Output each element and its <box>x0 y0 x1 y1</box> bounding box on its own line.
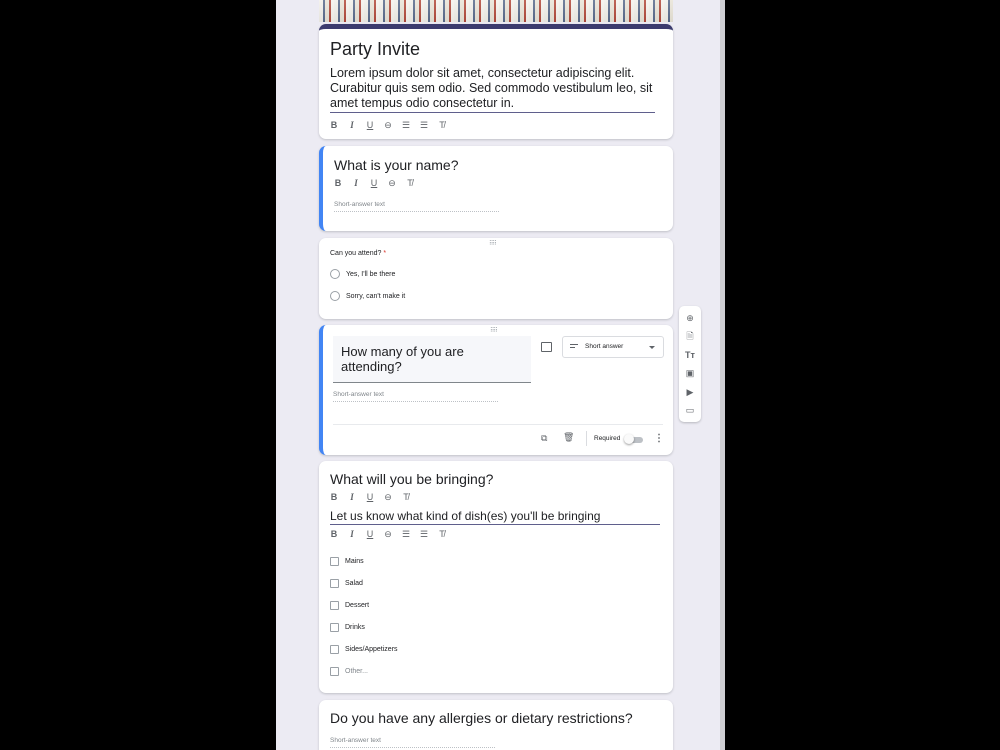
required-asterisk: * <box>383 250 387 257</box>
underline-icon[interactable]: U <box>361 529 379 539</box>
description-formatting-toolbar: B I U ⊖ ☰ ☰ T̸ <box>325 527 451 541</box>
question-card-allergies[interactable]: Do you have any allergies or dietary res… <box>319 700 673 750</box>
more-options-icon[interactable]: ⋮ <box>654 433 664 444</box>
add-question-icon[interactable]: ⊕ <box>684 312 696 324</box>
checkbox-option[interactable]: Sides/Appetizers <box>330 645 398 654</box>
checkbox-icon[interactable] <box>330 557 339 566</box>
italic-icon[interactable]: I <box>347 178 365 188</box>
question-title-input[interactable]: How many of you are attending? <box>333 336 531 383</box>
checkbox-label: Other... <box>345 668 368 675</box>
checkbox-icon[interactable] <box>330 645 339 654</box>
checkbox-label: Drinks <box>345 624 365 631</box>
link-icon[interactable]: ⊖ <box>379 529 397 540</box>
checkbox-option-other[interactable]: Other... <box>330 667 368 676</box>
bold-icon[interactable]: B <box>329 178 347 188</box>
numbered-list-icon[interactable]: ☰ <box>397 120 415 131</box>
link-icon[interactable]: ⊖ <box>379 120 397 131</box>
question-type-select[interactable]: Short answer <box>562 336 664 358</box>
checkbox-label: Salad <box>345 580 363 587</box>
radio-circle-icon[interactable] <box>330 291 340 301</box>
checkbox-icon[interactable] <box>330 623 339 632</box>
checkbox-option[interactable]: Salad <box>330 579 363 588</box>
required-toggle-knob[interactable] <box>624 434 634 444</box>
italic-icon[interactable]: I <box>343 120 361 130</box>
checkbox-label: Mains <box>345 558 364 565</box>
side-toolbar: ⊕ 🗎 Tт ▣ ▶ ▭ <box>679 306 701 422</box>
question-type-label: Short answer <box>585 343 624 350</box>
clear-formatting-icon[interactable]: T̸ <box>433 529 451 539</box>
checkbox-icon[interactable] <box>330 667 339 676</box>
drag-handle-icon[interactable]: ⠿⠿ <box>489 240 497 247</box>
form-title[interactable]: Party Invite <box>330 39 420 60</box>
required-label: Required <box>594 435 621 442</box>
question-card-name[interactable]: What is your name? B I U ⊖ T̸ Short-answ… <box>319 146 673 231</box>
short-answer-field: Short-answer text <box>333 391 498 402</box>
bulleted-list-icon[interactable]: ☰ <box>415 529 433 540</box>
question-title[interactable]: What will you be bringing? <box>330 471 493 487</box>
checkbox-icon[interactable] <box>330 579 339 588</box>
add-image-icon[interactable] <box>541 342 552 352</box>
footer-divider <box>333 424 663 425</box>
checkbox-label: Dessert <box>345 602 370 609</box>
underline-icon[interactable]: U <box>365 178 383 188</box>
checkbox-icon[interactable] <box>330 601 339 610</box>
description-formatting-toolbar: B I U ⊖ ☰ ☰ T̸ <box>325 118 451 132</box>
add-title-icon[interactable]: Tт <box>684 349 696 361</box>
scrollbar[interactable] <box>720 0 725 750</box>
underline-icon[interactable]: U <box>361 492 379 502</box>
bold-icon[interactable]: B <box>325 492 343 502</box>
header-banner-image <box>319 0 673 22</box>
numbered-list-icon[interactable]: ☰ <box>397 529 415 540</box>
question-title[interactable]: Do you have any allergies or dietary res… <box>330 710 633 726</box>
question-card-bringing[interactable]: What will you be bringing? B I U ⊖ T̸ Le… <box>319 461 673 693</box>
clear-formatting-icon[interactable]: T̸ <box>401 178 419 188</box>
question-card-attend[interactable]: ⠿⠿ Can you attend? * Yes, I'll be there … <box>319 238 673 319</box>
footer-separator <box>586 431 587 446</box>
bulleted-list-icon[interactable]: ☰ <box>415 120 433 131</box>
radio-option[interactable]: Yes, I'll be there <box>330 269 395 279</box>
bold-icon[interactable]: B <box>325 120 343 130</box>
form-description[interactable]: Lorem ipsum dolor sit amet, consectetur … <box>330 66 655 113</box>
clear-formatting-icon[interactable]: T̸ <box>433 120 451 130</box>
link-icon[interactable]: ⊖ <box>379 492 397 503</box>
delete-icon[interactable]: 🗑 <box>563 432 574 443</box>
radio-option[interactable]: Sorry, can't make it <box>330 291 405 301</box>
import-questions-icon[interactable]: 🗎 <box>684 331 696 343</box>
question-title[interactable]: What is your name? <box>334 157 459 173</box>
add-video-icon[interactable]: ▶ <box>684 386 696 398</box>
checkbox-option[interactable]: Dessert <box>330 601 369 610</box>
question-title-text: How many of you are attending? <box>341 344 464 374</box>
radio-option-label: Sorry, can't make it <box>346 292 406 300</box>
form-title-card[interactable]: Party Invite Lorem ipsum dolor sit amet,… <box>319 24 673 139</box>
short-answer-field: Short-answer text <box>330 737 495 748</box>
dropdown-arrow-icon <box>649 346 655 349</box>
add-section-icon[interactable]: ▭ <box>684 404 696 416</box>
radio-option-label: Yes, I'll be there <box>346 270 396 278</box>
radio-circle-icon[interactable] <box>330 269 340 279</box>
checkbox-option[interactable]: Mains <box>330 557 364 566</box>
form-editor-page: Party Invite Lorem ipsum dolor sit amet,… <box>276 0 720 750</box>
drag-handle-icon[interactable]: ⠿⠿ <box>490 327 498 334</box>
underline-icon[interactable]: U <box>361 120 379 130</box>
question-formatting-toolbar: B I U ⊖ T̸ <box>325 490 415 504</box>
bold-icon[interactable]: B <box>325 529 343 539</box>
clear-formatting-icon[interactable]: T̸ <box>397 492 415 502</box>
add-image-icon[interactable]: ▣ <box>684 367 696 379</box>
italic-icon[interactable]: I <box>343 492 361 502</box>
link-icon[interactable]: ⊖ <box>383 178 401 189</box>
checkbox-label: Sides/Appetizers <box>345 646 398 653</box>
question-title[interactable]: Can you attend? * <box>330 250 386 257</box>
short-answer-icon <box>570 344 578 350</box>
checkbox-option[interactable]: Drinks <box>330 623 365 632</box>
question-formatting-toolbar: B I U ⊖ T̸ <box>329 176 419 190</box>
question-description[interactable]: Let us know what kind of dish(es) you'll… <box>330 509 660 525</box>
question-card-count[interactable]: ⠿⠿ How many of you are attending? Short … <box>319 325 673 455</box>
duplicate-icon[interactable]: ⧉ <box>541 433 547 444</box>
short-answer-field: Short-answer text <box>334 201 499 212</box>
italic-icon[interactable]: I <box>343 529 361 539</box>
